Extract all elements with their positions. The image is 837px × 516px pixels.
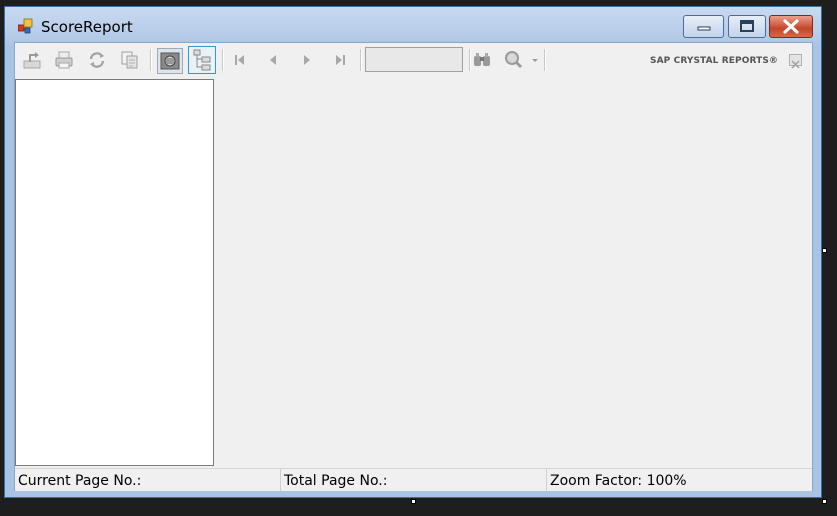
refresh-icon — [89, 52, 105, 68]
resize-handle-bottom[interactable] — [411, 499, 416, 504]
toolbar-separator — [544, 49, 546, 71]
last-page-icon — [336, 55, 345, 65]
client-area: SAP CRYSTAL REPORTS® Current Page No.: T… — [14, 42, 813, 491]
toolbar-separator — [222, 49, 224, 71]
group-tree-toggle-icon — [160, 52, 180, 70]
status-bar: Current Page No.: Total Page No.: Zoom F… — [15, 468, 812, 491]
first-page-button[interactable] — [228, 48, 252, 72]
previous-page-button[interactable] — [261, 48, 285, 72]
copy-button[interactable] — [118, 48, 142, 72]
zoom-dropdown-button[interactable] — [503, 48, 541, 72]
toolbar-separator — [150, 49, 152, 71]
total-page-status: Total Page No.: — [281, 469, 547, 491]
export-button[interactable] — [20, 48, 44, 72]
last-page-button[interactable] — [328, 48, 352, 72]
toolbar-separator — [360, 49, 362, 71]
zoom-icon — [505, 51, 538, 69]
sap-crystal-reports-logo: SAP CRYSTAL REPORTS® — [650, 56, 778, 66]
toggle-group-tree-button[interactable] — [157, 48, 183, 74]
parameter-panel-icon — [193, 49, 211, 71]
close-view-icon — [791, 60, 800, 69]
report-toolbar: SAP CRYSTAL REPORTS® — [15, 43, 812, 78]
maximize-icon — [740, 20, 754, 32]
close-button[interactable] — [769, 15, 813, 38]
window-title: ScoreReport — [41, 18, 133, 36]
next-page-icon — [304, 55, 310, 65]
score-report-window: ScoreReport SAP CRYSTAL REPORTS® Current… — [4, 6, 822, 498]
copy-icon — [121, 51, 138, 69]
print-button[interactable] — [52, 48, 76, 72]
find-button[interactable] — [470, 48, 494, 72]
refresh-button[interactable] — [85, 48, 109, 72]
zoom-factor-status: Zoom Factor: 100% — [550, 473, 687, 489]
close-icon — [783, 19, 799, 34]
first-page-icon — [235, 55, 244, 65]
find-icon — [474, 53, 490, 66]
next-page-button[interactable] — [295, 48, 319, 72]
current-page-status: Current Page No.: — [15, 469, 281, 491]
close-view-button[interactable] — [789, 54, 802, 69]
group-tree-pane[interactable] — [15, 79, 214, 466]
maximize-button[interactable] — [728, 15, 766, 38]
resize-handle-corner[interactable] — [822, 499, 827, 504]
report-view-area[interactable] — [215, 79, 812, 466]
export-icon — [23, 52, 41, 69]
toggle-parameter-panel-button[interactable] — [188, 46, 216, 74]
minimize-button[interactable] — [683, 15, 724, 38]
minimize-icon — [697, 26, 711, 31]
app-icon — [18, 18, 33, 34]
previous-page-icon — [270, 55, 276, 65]
print-icon — [55, 51, 73, 69]
resize-handle-right[interactable] — [822, 248, 827, 253]
goto-page-input[interactable] — [365, 47, 463, 72]
